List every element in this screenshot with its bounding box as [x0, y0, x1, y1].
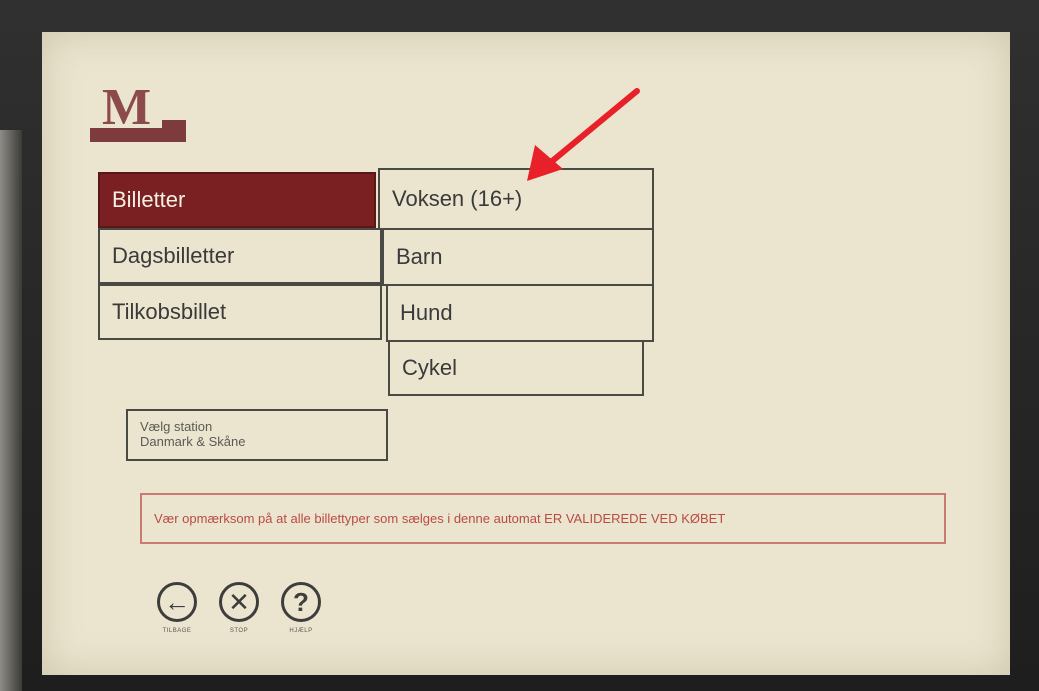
menu-label: Billetter	[112, 187, 186, 212]
back-button[interactable]: ← TILBAGE	[154, 582, 200, 634]
stop-label: STOP	[229, 628, 249, 634]
ticket-label: Barn	[396, 244, 443, 269]
ticket-hund-button[interactable]: Hund	[386, 284, 654, 342]
menu-label: Dagsbilletter	[112, 243, 235, 268]
notice-text: Vær opmærksom på at alle billettyper som…	[154, 511, 726, 526]
ticket-barn-button[interactable]: Barn	[382, 228, 654, 286]
help-label: HJÆLP	[289, 628, 313, 634]
close-icon: ✕	[219, 582, 259, 622]
ticket-label: Cykel	[402, 355, 458, 380]
bezel-edge	[0, 130, 22, 691]
menu-label: Tilkobsbillet	[112, 299, 227, 324]
help-button[interactable]: ? HJÆLP	[278, 582, 324, 634]
stop-button[interactable]: ✕ STOP	[216, 582, 262, 634]
metro-logo: M	[90, 82, 186, 142]
validation-notice: Vær opmærksom på at alle billettyper som…	[140, 493, 946, 544]
ticket-label: Voksen (16+)	[392, 186, 523, 211]
red-arrow-annotation	[527, 88, 640, 181]
ticket-label: Hund	[400, 300, 453, 325]
station-line-2: Danmark & Skåne	[140, 434, 246, 449]
help-icon: ?	[281, 582, 321, 622]
menu-dagsbilletter-button[interactable]: Dagsbilletter	[98, 228, 382, 284]
menu-billetter-button[interactable]: Billetter	[98, 172, 376, 228]
left-arrow-icon: ←	[157, 582, 197, 622]
menu-tilkobsbillet-button[interactable]: Tilkobsbillet	[98, 284, 382, 340]
station-line-1: Vælg station	[140, 419, 213, 434]
back-label: TILBAGE	[162, 628, 192, 634]
ticket-cykel-button[interactable]: Cykel	[388, 340, 644, 396]
select-station-button[interactable]: Vælg station Danmark & Skåne	[126, 409, 388, 461]
